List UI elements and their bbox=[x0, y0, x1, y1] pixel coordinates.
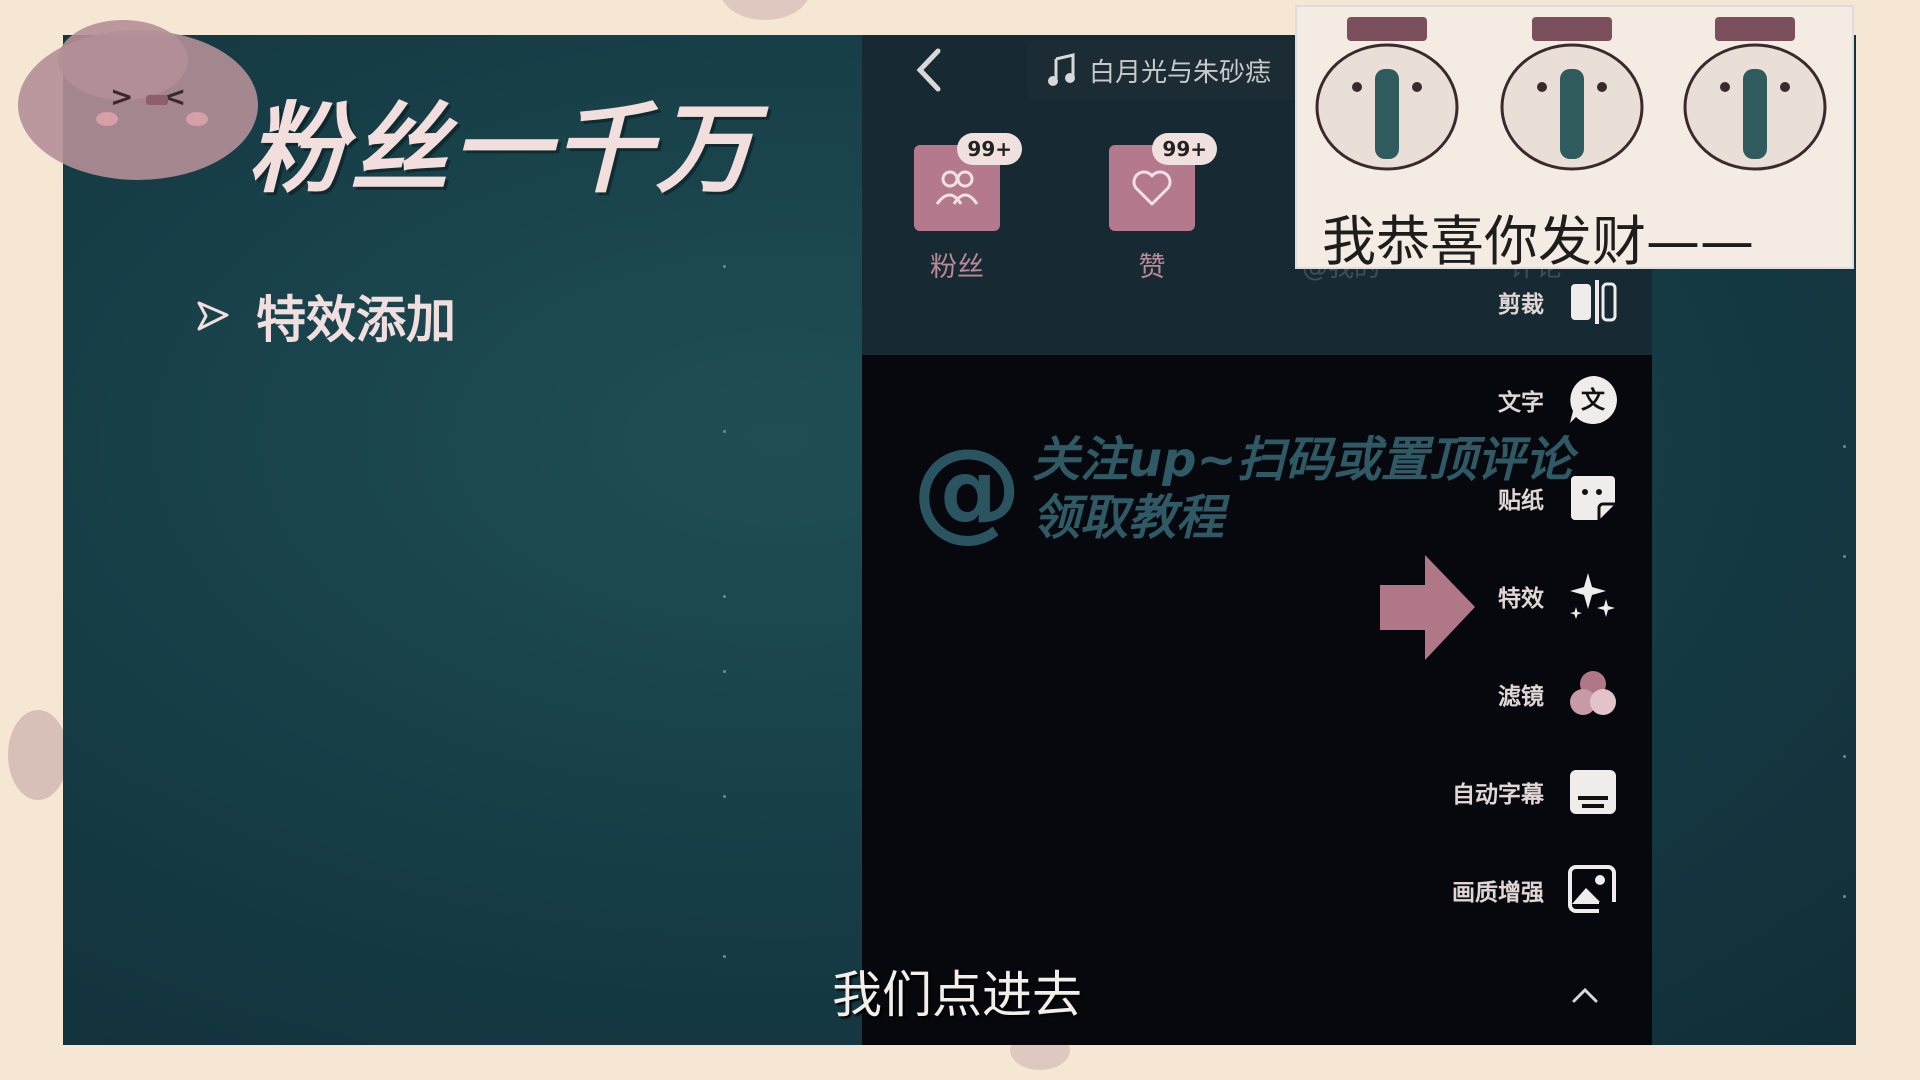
quality-enhance-icon bbox=[1566, 863, 1620, 917]
meme-caption: 我恭喜你发财—— bbox=[1322, 210, 1754, 273]
menu-filter[interactable]: 滤镜 bbox=[1498, 667, 1620, 721]
bullet-arrow-icon bbox=[197, 301, 229, 331]
slide-title: 粉丝一千万 bbox=[248, 93, 759, 207]
likes-badge: 99+ bbox=[1152, 133, 1217, 165]
likes-label: 赞 bbox=[1138, 252, 1166, 283]
menu-text[interactable]: 文字 文 bbox=[1498, 373, 1620, 427]
trim-icon bbox=[1566, 275, 1620, 329]
ghost-mascot-icon bbox=[1500, 17, 1644, 171]
video-subtitle: 我们点进去 bbox=[832, 966, 1082, 1024]
mascot-mouth bbox=[146, 95, 168, 105]
decor-cloud bbox=[8, 710, 68, 800]
sparkle-effects-icon bbox=[1566, 569, 1620, 623]
bullet-item: 特效添加 bbox=[196, 280, 456, 352]
fans-badge: 99+ bbox=[957, 133, 1022, 165]
sticker-icon bbox=[1566, 471, 1620, 525]
back-icon[interactable] bbox=[912, 45, 946, 95]
fans-icon bbox=[935, 170, 979, 205]
watermark: @ 关注up~扫码或置顶评论 领取教程 bbox=[912, 425, 1573, 553]
ghost-mascot-icon bbox=[1315, 17, 1459, 171]
bullet-text: 特效添加 bbox=[256, 291, 456, 349]
pointer-arrow-icon bbox=[1380, 555, 1475, 660]
ghost-mascot-icon bbox=[1683, 17, 1827, 171]
decor-cloud bbox=[720, 0, 810, 20]
heart-icon bbox=[1132, 170, 1172, 206]
notif-likes[interactable]: 99+ 赞 bbox=[1107, 133, 1217, 284]
menu-quality-enhance[interactable]: 画质增强 bbox=[1452, 863, 1620, 917]
filter-circles-icon bbox=[1566, 667, 1620, 721]
mascot-face: > < bbox=[18, 20, 258, 180]
notif-fans[interactable]: 99+ 粉丝 bbox=[912, 133, 1022, 284]
music-title: 白月光与朱砂痣 bbox=[1089, 57, 1272, 88]
fans-label: 粉丝 bbox=[930, 252, 984, 283]
svg-text:文: 文 bbox=[1581, 386, 1606, 414]
menu-effects[interactable]: 特效 bbox=[1498, 569, 1620, 623]
auto-caption-icon bbox=[1566, 765, 1620, 819]
watermark-line2: 领取教程 bbox=[1032, 490, 1225, 546]
chevron-up-icon[interactable] bbox=[1570, 985, 1600, 1005]
music-note-icon bbox=[1048, 53, 1075, 86]
watermark-at-icon: @ bbox=[912, 425, 1022, 553]
menu-auto-caption[interactable]: 自动字幕 bbox=[1452, 765, 1620, 819]
menu-trim[interactable]: 剪裁 bbox=[1498, 275, 1620, 329]
text-icon: 文 bbox=[1566, 373, 1620, 427]
meme-overlay: 我恭喜你发财—— bbox=[1295, 5, 1854, 273]
watermark-line1: 关注up~扫码或置顶评论 bbox=[1032, 432, 1573, 488]
menu-sticker[interactable]: 贴纸 bbox=[1498, 471, 1620, 525]
